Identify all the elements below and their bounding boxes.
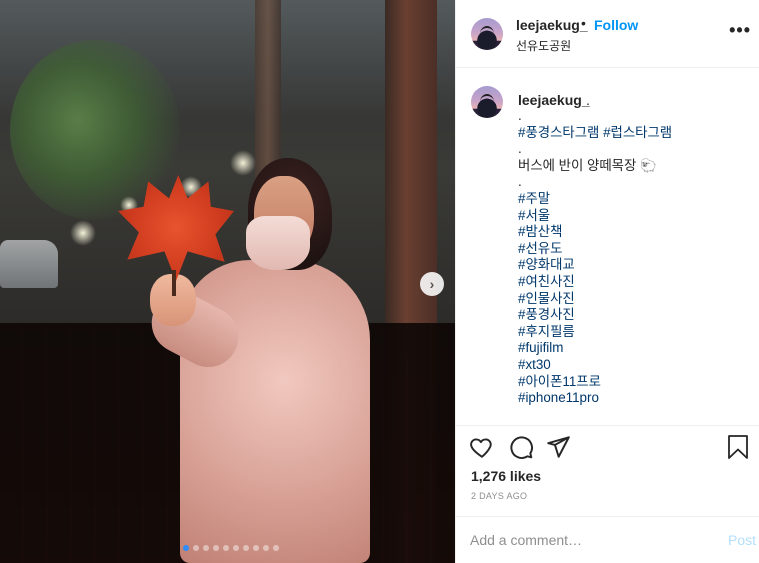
caption-body: . #풍경스타그램 #럽스타그램. 버스에 반이 양떼목장 🐑. #주말 #서울 #밤산책…: [518, 108, 672, 407]
avatar[interactable]: [471, 86, 503, 118]
person-mask: [246, 216, 310, 270]
hashtag-link[interactable]: #양화대교: [518, 257, 672, 274]
bookmark-icon[interactable]: [726, 434, 750, 460]
carousel-dot: [263, 545, 269, 551]
carousel-dot: [193, 545, 199, 551]
carousel-dot: [233, 545, 239, 551]
carousel-dot: [223, 545, 229, 551]
hashtag-link[interactable]: #인물사진: [518, 291, 672, 308]
hashtag-link[interactable]: #iphone11pro: [518, 390, 672, 407]
post-header: leejaekug_ • Follow 선유도공원 •••: [456, 0, 759, 68]
photo-car: [0, 240, 58, 288]
hashtag-link[interactable]: #xt30: [518, 357, 672, 374]
follow-button[interactable]: Follow: [594, 17, 638, 33]
avatar[interactable]: [471, 18, 503, 50]
caption-text: .: [586, 92, 590, 108]
hashtag-link[interactable]: #밤산책: [518, 224, 672, 241]
username-link[interactable]: leejaekug_: [516, 17, 588, 33]
comment-input[interactable]: [470, 528, 710, 552]
comment-form: Post: [456, 518, 759, 563]
separator-dot: •: [581, 15, 586, 31]
carousel-dot: [253, 545, 259, 551]
street-light: [70, 220, 96, 246]
hashtag-link[interactable]: #풍경스타그램 #럽스타그램: [518, 125, 672, 142]
post-date[interactable]: 2 DAYS AGO: [471, 491, 527, 501]
hashtag-link[interactable]: #여친사진: [518, 274, 672, 291]
carousel-indicator: [183, 545, 279, 551]
caption: leejaekug_ . . #풍경스타그램 #럽스타그램. 버스에 반이 양떼목장…: [456, 68, 759, 426]
caption-text: 버스에 반이 양떼목장 🐑: [518, 157, 657, 173]
location-link[interactable]: 선유도공원: [516, 37, 571, 54]
carousel-dot: [273, 545, 279, 551]
hashtag-link[interactable]: #후지필름: [518, 324, 672, 341]
comment-icon[interactable]: [508, 434, 534, 460]
hashtag-link[interactable]: #선유도: [518, 241, 672, 258]
chevron-right-icon: ›: [429, 276, 435, 292]
caption-text: .: [518, 108, 522, 123]
post-actions: 1,276 likes 2 DAYS AGO: [456, 427, 759, 517]
heart-icon[interactable]: [469, 434, 495, 460]
carousel-next-button[interactable]: ›: [420, 272, 444, 296]
post-photo[interactable]: ›: [0, 0, 455, 563]
hashtag-link[interactable]: #풍경사진: [518, 307, 672, 324]
hashtag-link[interactable]: #아이폰11프로: [518, 374, 672, 391]
carousel-dot: [203, 545, 209, 551]
post-panel: leejaekug_ • Follow 선유도공원 ••• leejaekug_…: [455, 0, 759, 563]
leaf-stem: [172, 270, 176, 296]
likes-count[interactable]: 1,276 likes: [471, 468, 541, 484]
carousel-dot: [243, 545, 249, 551]
hashtag-link[interactable]: #주말: [518, 191, 672, 208]
hashtag-link[interactable]: #서울: [518, 208, 672, 225]
carousel-dot: [213, 545, 219, 551]
more-options-icon[interactable]: •••: [729, 20, 751, 41]
hashtag-link[interactable]: #fujifilm: [518, 340, 672, 357]
post-comment-button[interactable]: Post: [728, 532, 756, 548]
carousel-dot: [183, 545, 189, 551]
share-icon[interactable]: [545, 434, 571, 460]
caption-username[interactable]: leejaekug_: [518, 92, 590, 108]
caption-text: .: [518, 174, 522, 190]
caption-text: .: [518, 141, 522, 157]
